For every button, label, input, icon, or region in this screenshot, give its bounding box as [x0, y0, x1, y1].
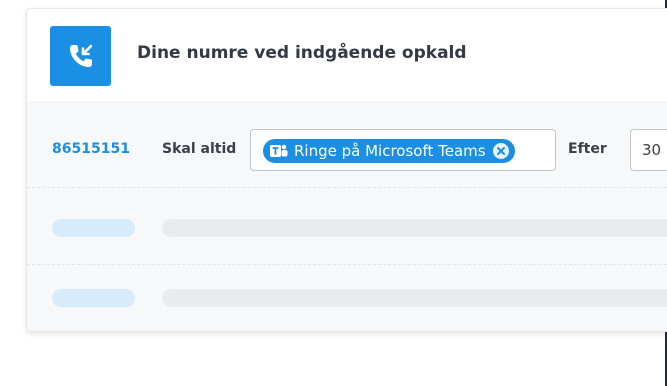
- destination-chip: Ringe på Microsoft Teams: [263, 139, 515, 163]
- card-body: 86515151 Skal altid Ringe på Microsoft T…: [27, 103, 667, 331]
- incoming-calls-card: Dine numre ved indgående opkald 86515151…: [26, 8, 667, 332]
- phone-number-link[interactable]: 86515151: [52, 141, 130, 157]
- forwarding-rule-row: 86515151 Skal altid Ringe på Microsoft T…: [27, 103, 667, 183]
- card-title: Dine numre ved indgående opkald: [137, 43, 467, 63]
- destination-select[interactable]: Ringe på Microsoft Teams: [250, 129, 556, 171]
- skeleton-placeholder: [162, 289, 667, 307]
- chip-label: Ringe på Microsoft Teams: [294, 142, 486, 160]
- card-header: Dine numre ved indgående opkald: [27, 9, 667, 103]
- skeleton-placeholder: [52, 289, 135, 307]
- remove-chip-icon[interactable]: [492, 143, 509, 159]
- delay-input[interactable]: 30: [630, 129, 667, 171]
- incoming-call-icon: [50, 26, 111, 86]
- skeleton-placeholder: [162, 219, 667, 237]
- microsoft-teams-icon: [269, 143, 289, 159]
- row-divider: [27, 264, 667, 265]
- row-divider: [27, 187, 667, 188]
- always-label: Skal altid: [162, 141, 237, 157]
- skeleton-placeholder: [52, 219, 135, 237]
- after-label: Efter: [568, 141, 607, 157]
